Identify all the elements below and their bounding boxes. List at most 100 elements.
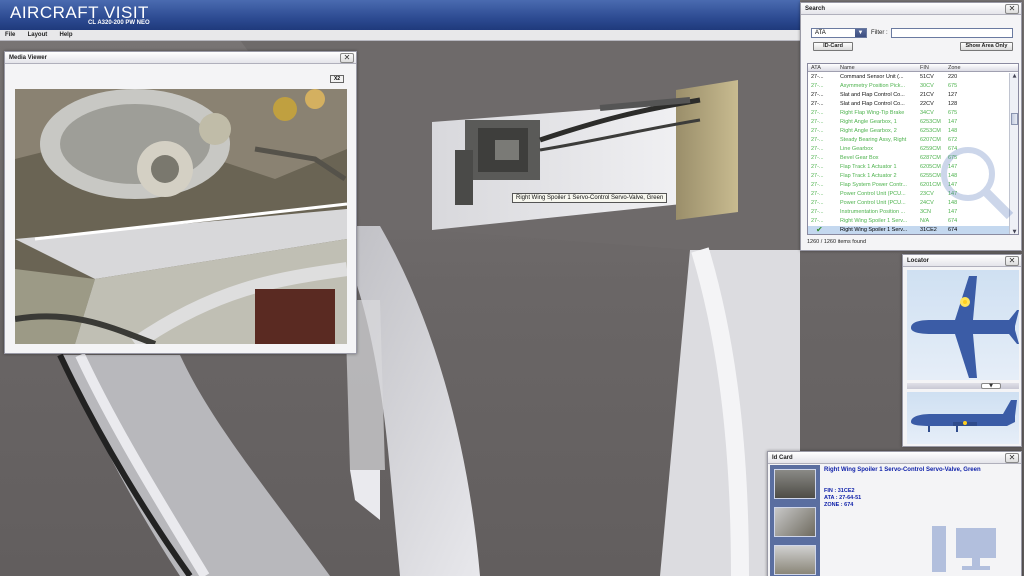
scroll-up-icon[interactable]: ▲ [1011,73,1018,80]
cell-zone: 674 [948,227,958,233]
component-name: Right Wing Spoiler 1 Servo-Control Servo… [824,467,981,473]
list-item-selected[interactable]: Right Wing Spoiler 1 Serv... 31CE2 674 ✔ [808,225,1010,234]
cell-name: Steady Bearing Assy, Right [840,137,907,143]
magnifier-watermark-icon [941,147,1014,220]
check-icon: ✔ [816,225,823,234]
cell-fin: 51CV [920,74,934,80]
thumbnail-2[interactable] [774,507,816,537]
id-card-panel: Id Card ✕ Right Wing Spoiler 1 Servo-Con… [767,451,1022,576]
locator-close-button[interactable]: ✕ [1005,256,1019,266]
search-close-button[interactable]: ✕ [1005,4,1019,14]
cell-name: Power Control Unit (PCU... [840,191,906,197]
cell-zone: 675 [948,83,958,89]
cell-zone: 220 [948,74,958,80]
cell-name: Right Angle Gearbox, 1 [840,119,897,125]
id-card-title-bar[interactable]: Id Card ✕ [768,452,1021,464]
cell-ata: 27-... [811,155,824,161]
results-header: ATA Name FIN Zone [808,64,1018,72]
cell-fin: 34CV [920,110,934,116]
cell-fin: 21CV [920,92,934,98]
media-viewer-title-bar[interactable]: Media Viewer ✕ [5,52,356,64]
id-card-title: Id Card [772,455,793,461]
scroll-down-icon[interactable]: ▼ [1011,229,1018,234]
media-viewer-panel: Media Viewer ✕ X2 [4,51,357,354]
cell-name: Command Sensor Unit (... [840,74,904,80]
cell-ata: 27-... [811,191,824,197]
cell-name: Power Control Unit (PCU... [840,200,906,206]
computer-watermark-icon [932,526,996,572]
results-count: 1260 / 1260 items found [807,239,867,245]
locator-splitter[interactable]: ▼ [907,383,1019,389]
list-item[interactable]: 27-... Command Sensor Unit (... 51CV 220 [808,73,1010,82]
media-viewer-title: Media Viewer [9,55,47,61]
id-card-button[interactable]: ID-Card [813,42,853,51]
cell-name: Instrumentation Position ... [840,209,906,215]
component-tooltip: Right Wing Spoiler 1 Servo-Control Servo… [512,193,668,203]
cell-zone: 147 [948,119,958,125]
cell-ata: 27-... [811,182,824,188]
menu-file[interactable]: File [0,30,15,38]
col-name[interactable]: Name [840,65,855,71]
category-select-value: ATA [815,30,826,36]
cell-name: Flap System Power Contr... [840,182,907,188]
component-fin: FIN : 31CE2 [824,488,855,494]
list-item[interactable]: 27-... Slat and Flap Control Co... 22CV 128 [808,100,1010,109]
scrollbar-thumb[interactable] [1011,113,1018,125]
cell-ata: 27-... [811,83,824,89]
search-panel: Search ✕ ATA ▼ Filter : ID-Card Show Are… [800,2,1022,251]
category-select[interactable]: ATA ▼ [811,28,867,38]
menu-help[interactable]: Help [54,30,72,38]
cell-zone: 675 [948,110,958,116]
cell-fin: 30CV [920,83,934,89]
show-area-only-button[interactable]: Show Area Only [960,42,1013,51]
aircraft-top-view[interactable] [907,270,1019,380]
cell-name: Flap Track 1 Actuator 2 [840,173,897,179]
splitter-chevron-icon[interactable]: ▼ [981,383,1001,389]
locator-title: Locator [907,258,930,264]
component-ata: ATA : 27-64-51 [824,495,862,501]
list-item[interactable]: 27-... Right Flap Wing-Tip Brake 34CV 675 [808,109,1010,118]
cell-ata: 27-... [811,101,824,107]
component-photo [15,89,347,344]
zoom-x2-button[interactable]: X2 [330,75,344,83]
list-item[interactable]: 27-... Right Angle Gearbox, 1 6253CM 147 [808,118,1010,127]
cell-ata: 27-... [811,218,824,224]
aircraft-side-view[interactable] [907,392,1019,444]
thumbnail-3[interactable] [774,545,816,575]
cell-name: Right Angle Gearbox, 2 [840,128,897,134]
cell-name: Flap Track 1 Actuator 1 [840,164,897,170]
results-list[interactable]: ATA Name FIN Zone 27-... Command Sensor U… [807,63,1019,235]
search-title-bar[interactable]: Search ✕ [801,3,1021,15]
app-header: AIRCRAFT VISIT CL A320-200 PW NEO [0,0,800,30]
thumbnail-1[interactable] [774,469,816,499]
col-ata[interactable]: ATA [811,65,821,71]
filter-input[interactable] [891,28,1013,38]
menu-bar: File Layout Help [0,30,800,41]
cell-ata: 27-... [811,110,824,116]
cell-ata: 27-... [811,209,824,215]
cell-fin: 6253CM [920,119,941,125]
menu-layout[interactable]: Layout [23,30,48,38]
cell-fin: 31CE2 [920,227,937,233]
list-item[interactable]: 27-... Slat and Flap Control Co... 21CV 127 [808,91,1010,100]
component-zone: ZONE : 674 [824,502,854,508]
cell-fin: 22CV [920,101,934,107]
locator-panel: Locator ✕ ▼ [902,254,1022,447]
media-viewer-close-button[interactable]: ✕ [340,53,354,63]
chevron-down-icon: ▼ [855,29,866,37]
locator-title-bar[interactable]: Locator ✕ [903,255,1021,267]
cell-ata: 27-... [811,74,824,80]
cell-ata: 27-... [811,137,824,143]
cell-name: Slat and Flap Control Co... [840,92,905,98]
list-item[interactable]: 27-... Asymmetry Position Pick... 30CV 675 [808,82,1010,91]
cell-name: Line Gearbox [840,146,874,152]
cell-name: Asymmetry Position Pick... [840,83,906,89]
col-fin[interactable]: FIN [920,65,929,71]
id-card-close-button[interactable]: ✕ [1005,453,1019,463]
cell-ata: 27-... [811,119,824,125]
col-zone[interactable]: Zone [948,65,961,71]
filter-label: Filter : [871,30,888,36]
cell-name: Slat and Flap Control Co... [840,101,905,107]
cell-zone: 128 [948,101,958,107]
cell-name: Right Wing Spoiler 1 Serv... [840,218,908,224]
